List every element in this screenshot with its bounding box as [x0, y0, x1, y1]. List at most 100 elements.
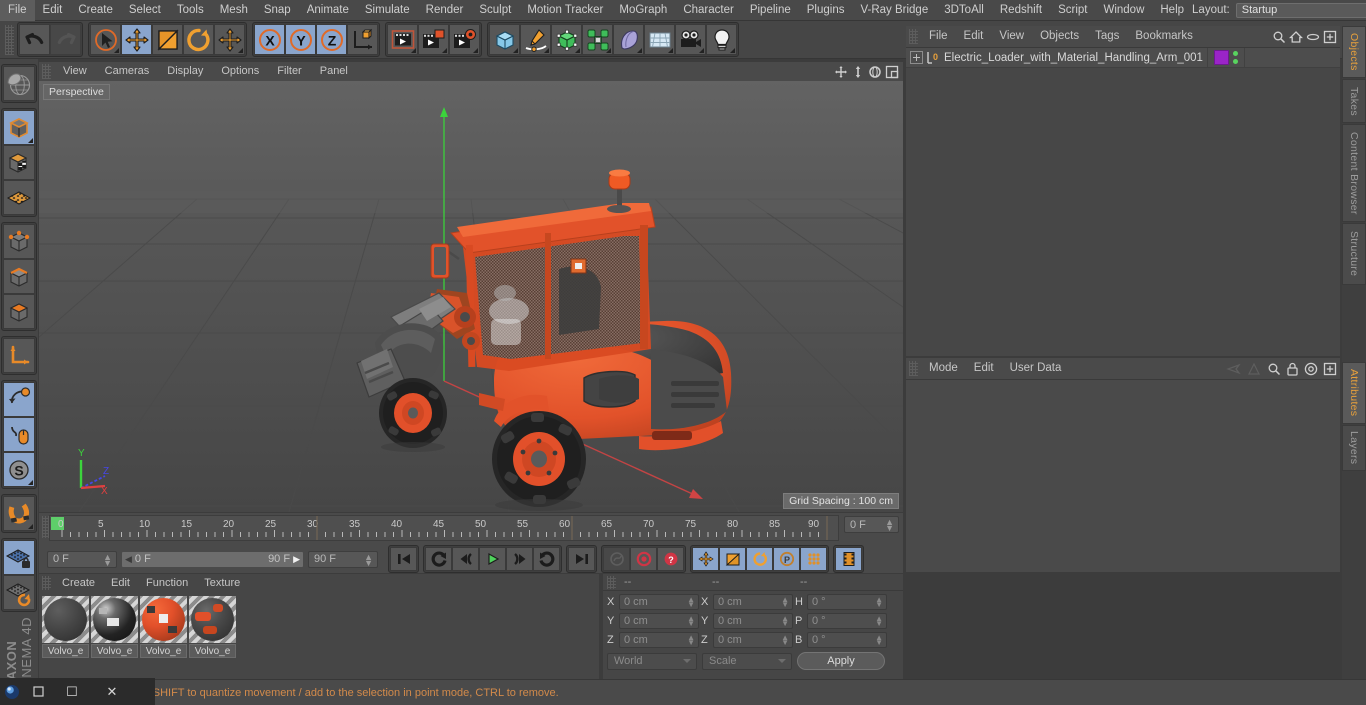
size-x-input[interactable]: 0 cm ▲ ▼ — [713, 594, 793, 610]
dolly-view-icon[interactable] — [851, 65, 865, 79]
model-mode-icon[interactable] — [3, 110, 35, 145]
target-icon[interactable] — [1304, 362, 1318, 376]
viewport-menu-display[interactable]: Display — [158, 62, 212, 81]
menu-render[interactable]: Render — [418, 0, 472, 21]
coordinate-system-select[interactable]: World — [607, 652, 697, 670]
move-duplicate-icon[interactable] — [214, 24, 245, 55]
spinner-icon[interactable]: ▲ ▼ — [875, 596, 883, 609]
timeline-ruler[interactable]: 0 5 10 15 20 25 30 35 40 45 50 55 60 65 70 75 80 85 … — [49, 515, 839, 541]
menu-snap[interactable]: Snap — [256, 0, 299, 21]
search-icon[interactable] — [1272, 30, 1286, 44]
object-menu-edit[interactable]: Edit — [956, 26, 992, 47]
menu-file[interactable]: File — [0, 0, 35, 21]
play-forward-loop-icon[interactable] — [533, 547, 560, 571]
viewport-menu-view[interactable]: View — [54, 62, 96, 81]
viewport-canvas[interactable]: Perspective Grid Spacing : 100 cm Y Z X — [39, 81, 903, 512]
material-item[interactable]: Volvo_e — [140, 596, 187, 658]
light-icon[interactable] — [706, 24, 737, 55]
generator-icon[interactable] — [551, 24, 582, 55]
spinner-icon[interactable]: ▲ ▼ — [875, 634, 883, 647]
menu-animate[interactable]: Animate — [299, 0, 357, 21]
edge-mode-icon[interactable] — [3, 259, 35, 294]
pen-spline-icon[interactable] — [520, 24, 551, 55]
scrub-right-arrow-icon[interactable]: ▶ — [293, 554, 300, 565]
menu-create[interactable]: Create — [70, 0, 121, 21]
menu-help[interactable]: Help — [1152, 0, 1192, 21]
spinner-icon[interactable]: ▲ ▼ — [875, 615, 883, 628]
select-cursor-icon[interactable] — [90, 24, 121, 55]
position-z-input[interactable]: 0 cm ▲ ▼ — [619, 632, 699, 648]
autokey-icon[interactable] — [603, 547, 630, 571]
object-axis-icon[interactable] — [3, 338, 35, 373]
point-mode-icon[interactable] — [3, 224, 35, 259]
coordinate-mode-select[interactable]: Scale — [702, 652, 792, 670]
mograph-cloner-icon[interactable] — [582, 24, 613, 55]
max-frame-input[interactable]: 90 F ▲ ▼ — [308, 550, 378, 568]
material-grip[interactable] — [42, 576, 51, 590]
workplane-mode-icon[interactable] — [3, 180, 35, 215]
viewport-solo-icon[interactable] — [3, 382, 35, 417]
material-menu-texture[interactable]: Texture — [196, 574, 248, 592]
timeline-frame-field[interactable]: 0 F ▲ ▼ — [844, 516, 899, 533]
z-axis-icon[interactable]: Z — [316, 24, 347, 55]
go-to-start-icon[interactable] — [390, 547, 417, 571]
menu-simulate[interactable]: Simulate — [357, 0, 418, 21]
undo-icon[interactable] — [19, 24, 50, 55]
history-forward-icon[interactable] — [1246, 362, 1262, 376]
spinner-icon[interactable]: ▲ ▼ — [364, 552, 373, 567]
material-swatch[interactable] — [42, 596, 89, 643]
spinner-icon[interactable]: ▲ ▼ — [781, 596, 789, 609]
home-icon[interactable] — [1289, 30, 1303, 44]
play-backward-loop-icon[interactable] — [425, 547, 452, 571]
rotation-key-icon[interactable] — [746, 547, 773, 571]
scale-key-icon[interactable] — [719, 547, 746, 571]
tab-objects[interactable]: Objects — [1342, 26, 1366, 78]
object-row[interactable]: 0 Electric_Loader_with_Material_Handling… — [906, 48, 1340, 68]
object-menu-file[interactable]: File — [921, 26, 956, 47]
attribute-content[interactable] — [906, 379, 1340, 572]
restore-button[interactable]: ☐ — [52, 678, 92, 705]
timeline-film-icon[interactable] — [835, 547, 862, 571]
current-frame-input[interactable]: 0 F ▲ ▼ — [47, 550, 117, 568]
menu-pipeline[interactable]: Pipeline — [742, 0, 799, 21]
go-to-end-icon[interactable] — [568, 547, 595, 571]
menu-mesh[interactable]: Mesh — [212, 0, 256, 21]
render-visibility-dot[interactable] — [1233, 59, 1238, 64]
step-forward-icon[interactable] — [506, 547, 533, 571]
position-x-input[interactable]: 0 cm ▲ ▼ — [619, 594, 699, 610]
menu-character[interactable]: Character — [675, 0, 742, 21]
menu-redshift[interactable]: Redshift — [992, 0, 1050, 21]
object-menu-tags[interactable]: Tags — [1087, 26, 1127, 47]
orbit-view-icon[interactable] — [868, 65, 882, 79]
spinner-icon[interactable]: ▲ ▼ — [687, 615, 695, 628]
menu-script[interactable]: Script — [1050, 0, 1095, 21]
pan-view-icon[interactable] — [834, 65, 848, 79]
tab-structure[interactable]: Structure — [1342, 223, 1366, 285]
tab-layers[interactable]: Layers — [1342, 425, 1366, 471]
maximize-view-icon[interactable] — [885, 65, 899, 79]
spinner-icon[interactable]: ▲ ▼ — [103, 552, 112, 567]
material-menu-create[interactable]: Create — [54, 574, 103, 592]
cube-primitive-icon[interactable] — [489, 24, 520, 55]
render-view-icon[interactable] — [387, 24, 418, 55]
expand-toggle-icon[interactable] — [910, 51, 923, 64]
plus-box-icon[interactable] — [1323, 30, 1337, 44]
texture-mode-icon[interactable] — [3, 145, 35, 180]
tab-takes[interactable]: Takes — [1342, 79, 1366, 123]
attribute-menu-edit[interactable]: Edit — [966, 358, 1002, 379]
tab-content-browser[interactable]: Content Browser — [1342, 124, 1366, 222]
menu-vray-bridge[interactable]: V-Ray Bridge — [852, 0, 936, 21]
layout-select[interactable]: Startup — [1235, 2, 1366, 18]
camera-icon[interactable] — [675, 24, 706, 55]
coordinates-grip[interactable] — [607, 575, 616, 589]
magnet-tool-icon[interactable] — [3, 496, 35, 531]
world-axis-icon[interactable] — [347, 24, 378, 55]
window-icon[interactable] — [26, 678, 52, 705]
x-axis-icon[interactable]: X — [254, 24, 285, 55]
deformer-icon[interactable] — [613, 24, 644, 55]
object-menu-bookmarks[interactable]: Bookmarks — [1127, 26, 1201, 47]
rotation-b-input[interactable]: 0 ° ▲ ▼ — [807, 632, 887, 648]
material-tag-icon[interactable] — [1214, 50, 1229, 65]
menu-plugins[interactable]: Plugins — [799, 0, 853, 21]
object-menu-view[interactable]: View — [991, 26, 1032, 47]
